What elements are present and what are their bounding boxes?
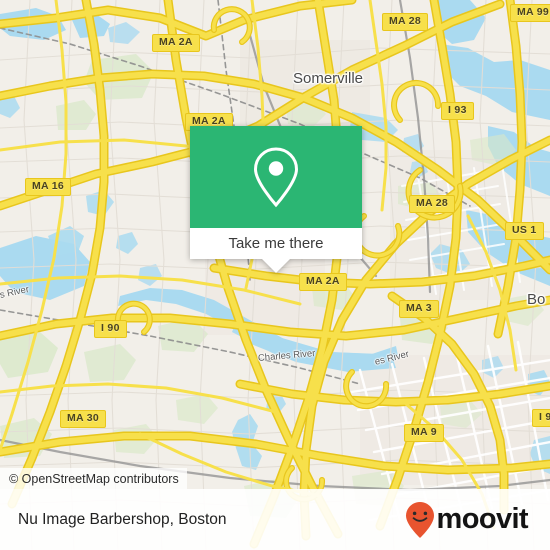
highway-shield-ma-28[interactable]: MA 28 (382, 13, 429, 31)
highway-shield-i-90-right[interactable]: I 90 (532, 409, 550, 427)
moovit-pin-icon (405, 501, 434, 538)
highway-shield-ma-3[interactable]: MA 3 (399, 300, 439, 318)
moovit-logo[interactable]: moovit (405, 501, 529, 539)
callout-tail (262, 259, 290, 273)
place-label-boston: Bo (527, 291, 546, 308)
highway-shield-ma-16[interactable]: MA 16 (25, 178, 72, 196)
highway-shield-us-1[interactable]: US 1 (505, 222, 544, 240)
highway-shield-ma-30[interactable]: MA 30 (60, 410, 107, 428)
highway-shield-ma-99[interactable]: MA 99 (510, 4, 550, 22)
take-me-there-button[interactable]: Take me there (190, 228, 362, 259)
callout-icon-panel (190, 126, 362, 228)
highway-shield-ma-28-lower[interactable]: MA 28 (409, 195, 456, 213)
osm-attribution[interactable]: © OpenStreetMap contributors (0, 468, 187, 489)
highway-shield-ma-9[interactable]: MA 9 (404, 424, 444, 442)
place-label-somerville: Somerville (293, 70, 364, 87)
highway-shield-i-93[interactable]: I 93 (441, 102, 474, 120)
highway-shield-i-90[interactable]: I 90 (94, 320, 127, 338)
footer-bar: Nu Image Barbershop, Boston moovit (0, 489, 550, 550)
map-pin-icon (253, 147, 299, 208)
map-screenshot: .w { fill:#aadaf0; } .pk { fill:#d8e8c8;… (0, 0, 550, 550)
highway-shield-ma-2a[interactable]: MA 2A (152, 34, 200, 52)
moovit-wordmark: moovit (436, 503, 529, 535)
place-title: Nu Image Barbershop, Boston (18, 510, 227, 528)
highway-shield-ma-2a-lower[interactable]: MA 2A (299, 273, 347, 291)
location-callout-card[interactable]: Take me there (190, 126, 362, 273)
